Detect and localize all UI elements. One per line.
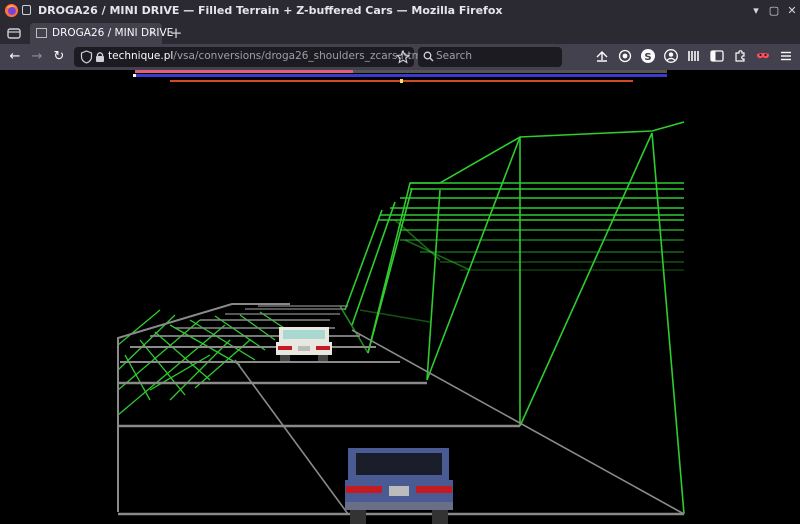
back-button[interactable]: ← [6, 48, 24, 66]
hill-strut [214, 315, 266, 351]
bookmark-star-icon[interactable] [396, 50, 410, 64]
player-car-window [356, 453, 442, 475]
traffic-car-light-right [316, 346, 330, 350]
maximize-button[interactable]: ▢ [766, 3, 782, 19]
hill-strut [519, 132, 653, 427]
hill-strut [344, 209, 383, 311]
player-car-light-left [346, 486, 382, 493]
player-car-plate [389, 486, 409, 496]
mask-icon[interactable] [755, 48, 771, 64]
lock-icon[interactable] [95, 51, 105, 63]
speed-bar [135, 70, 353, 73]
hill-strut [359, 309, 431, 323]
extensions-puzzle-icon[interactable] [732, 48, 748, 64]
hud [133, 70, 667, 83]
pocket-save-icon[interactable] [594, 48, 610, 64]
window-menu-icon[interactable] [22, 5, 31, 15]
tab-close-button[interactable]: × [148, 26, 157, 39]
sync-s-icon[interactable]: S [640, 48, 656, 64]
game-canvas[interactable] [0, 70, 800, 524]
close-window-button[interactable]: ✕ [784, 3, 800, 19]
tab-droga26[interactable]: DROGA26 / MINI DRIVE × [30, 23, 173, 44]
forward-button[interactable]: → [28, 48, 46, 66]
tab-bar: DROGA26 / MINI DRIVE × + [0, 22, 800, 44]
hill-strut [367, 187, 413, 354]
account-icon[interactable] [663, 48, 679, 64]
hill-strut [154, 331, 211, 381]
traffic-car-tire [318, 355, 328, 361]
traffic-car-light-left [278, 346, 292, 350]
hud-marker [133, 74, 136, 77]
navigation-toolbar: ← → ↻ technique.pl/vsa/conversions/droga… [0, 44, 800, 70]
traffic-car [276, 327, 332, 361]
hill-strut [404, 239, 471, 271]
traffic-car-plate [298, 346, 310, 351]
title-bar: DROGA26 / MINI DRIVE — Filled Terrain + … [0, 0, 800, 22]
page-favicon-icon [36, 28, 47, 38]
player-car [345, 448, 453, 524]
traffic-car-window [283, 330, 325, 339]
hill-strut [169, 339, 231, 401]
hill-strut [339, 305, 369, 354]
player-car-bumper [345, 502, 453, 510]
game-viewport[interactable] [0, 70, 800, 524]
search-bar[interactable]: Search [418, 47, 562, 67]
url-bar[interactable]: technique.pl/vsa/conversions/droga26_sho… [74, 47, 425, 67]
reload-button[interactable]: ↻ [50, 48, 68, 66]
library-icon[interactable] [686, 48, 702, 64]
svg-text:S: S [644, 52, 651, 63]
position-marker [400, 79, 403, 83]
tracking-protection-icon[interactable] [80, 50, 93, 64]
hill-strut [189, 319, 256, 361]
player-car-light-right [416, 486, 452, 493]
tab-list-icon[interactable] [6, 25, 22, 41]
hill-strut [426, 136, 521, 381]
window-title: DROGA26 / MINI DRIVE — Filled Terrain + … [38, 4, 503, 17]
search-placeholder: Search [436, 50, 473, 62]
player-car-tire [432, 510, 448, 524]
url-text[interactable]: technique.pl/vsa/conversions/droga26_sho… [108, 50, 425, 62]
firefox-logo-icon [4, 3, 19, 18]
minimize-button[interactable]: ▾ [748, 3, 764, 19]
extension-shield-icon[interactable] [617, 48, 633, 64]
hill-edge [651, 132, 685, 515]
new-tab-button[interactable]: + [168, 24, 184, 42]
traffic-car-tire [280, 355, 290, 361]
search-icon [423, 51, 434, 62]
fuel-bar [135, 74, 667, 77]
player-car-tire [350, 510, 366, 524]
app-menu-icon[interactable] [778, 48, 794, 64]
sidebar-icon[interactable] [709, 48, 725, 64]
hill-strut [139, 339, 186, 396]
